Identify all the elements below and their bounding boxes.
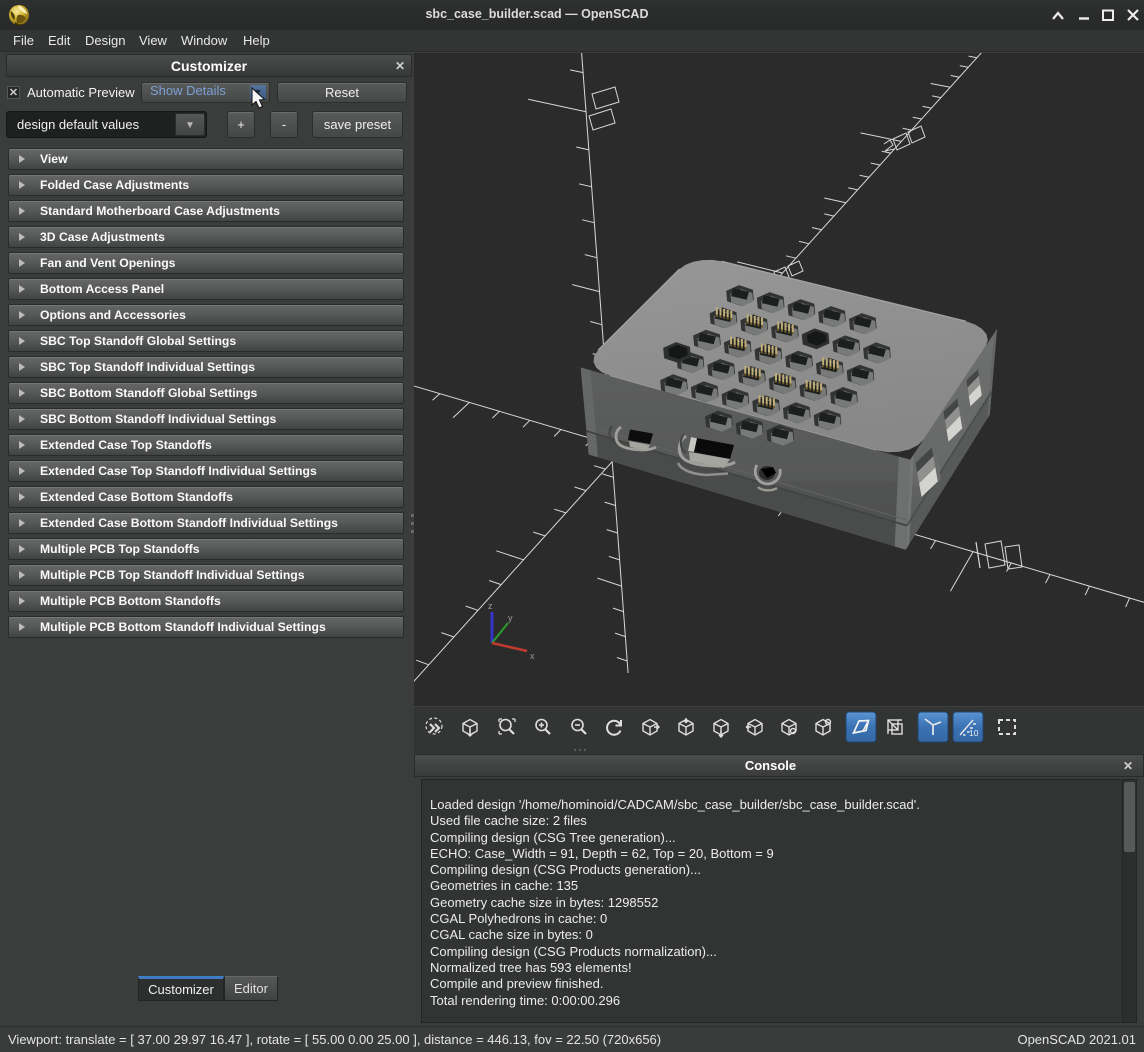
svg-text:10: 10 — [969, 728, 979, 738]
